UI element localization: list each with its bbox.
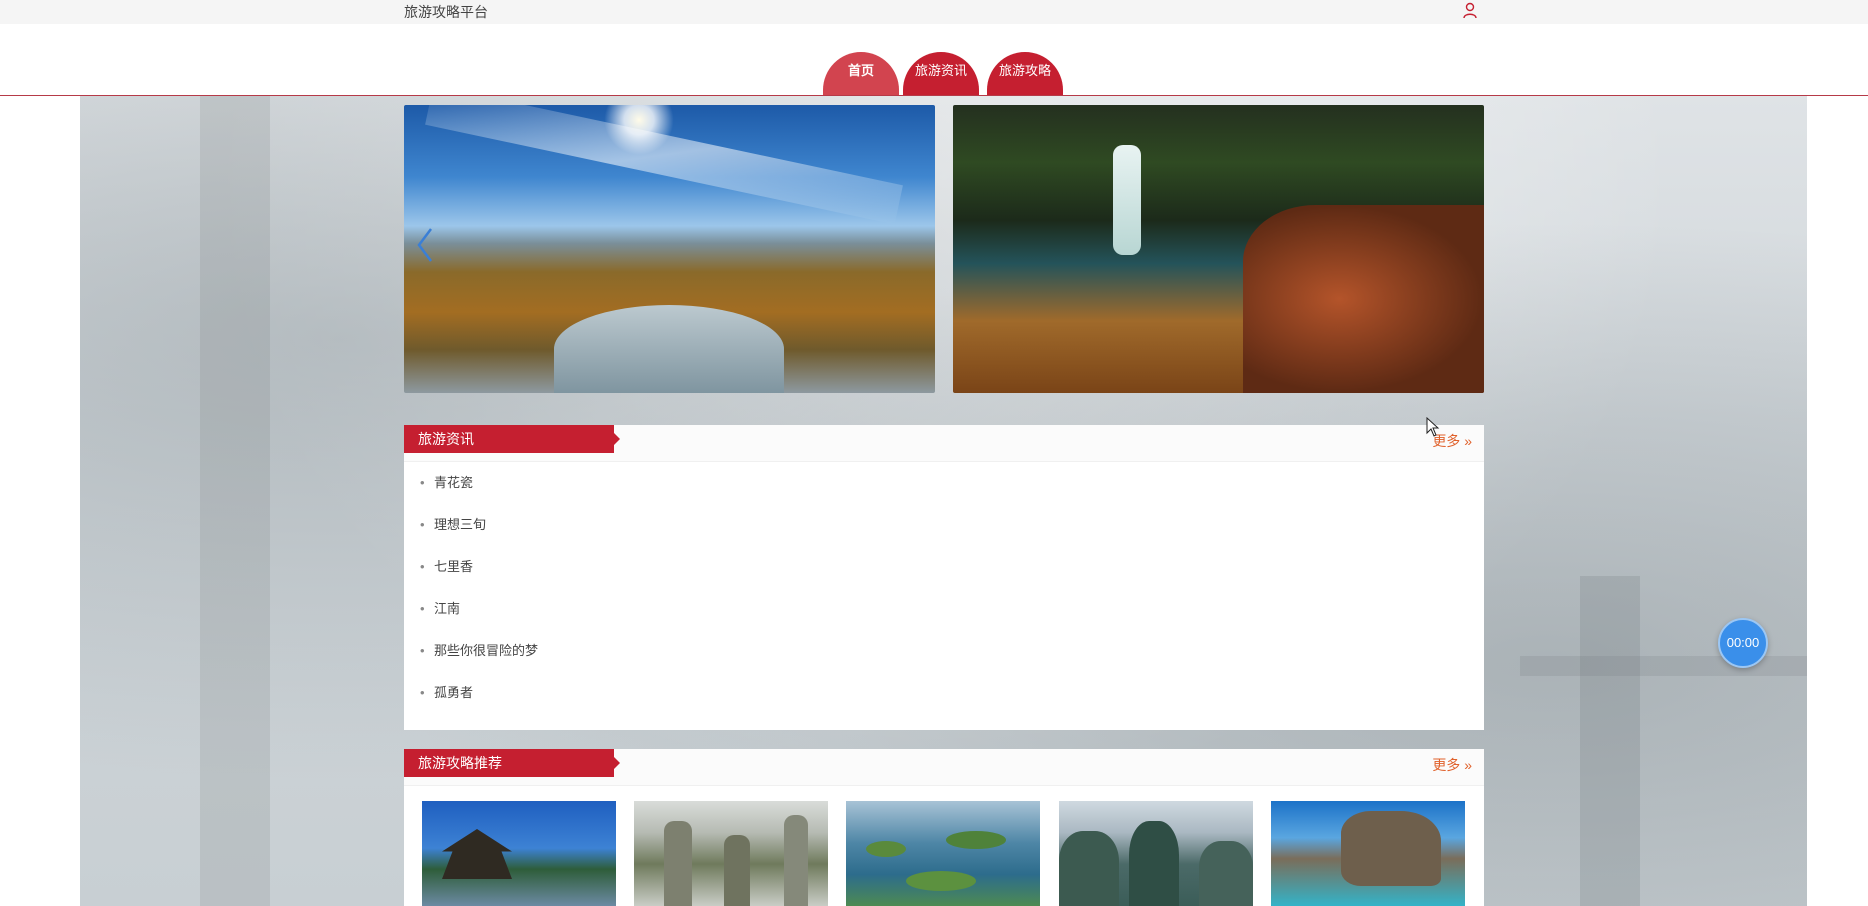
guide-thumbnail-islands[interactable]: [846, 801, 1040, 906]
top-bar: 旅游攻略平台: [0, 0, 1868, 25]
news-item[interactable]: 那些你很冒险的梦: [420, 641, 538, 683]
banner-image-waterfall[interactable]: [953, 105, 1484, 393]
background-pillar: [200, 96, 270, 906]
double-chevron-right-icon: »: [1464, 757, 1472, 773]
double-chevron-right-icon: »: [1464, 433, 1472, 449]
chevron-left-icon[interactable]: [415, 225, 435, 265]
more-link[interactable]: 更多 »: [1432, 755, 1472, 775]
island-shape: [906, 871, 976, 891]
main-nav: 首页 旅游资讯 旅游攻略: [0, 24, 1868, 96]
panel-header: 旅游资讯 更多 »: [404, 425, 1484, 462]
travel-guides-panel: 旅游攻略推荐 更多 »: [404, 749, 1484, 906]
background-pillar: [1580, 576, 1640, 906]
more-label: 更多: [1432, 757, 1461, 773]
tab-travel-news[interactable]: 旅游资讯: [903, 52, 979, 95]
peak-shape: [664, 821, 692, 906]
guide-thumbnail-karst[interactable]: [1059, 801, 1253, 906]
guide-thumbnail-stone-peaks[interactable]: [634, 801, 828, 906]
cliff-shape: [1341, 811, 1441, 886]
island-shape: [946, 831, 1006, 849]
waterfall-shape: [1113, 145, 1141, 255]
travel-news-panel: 旅游资讯 更多 » 青花瓷 理想三旬 七里香 江南 那些你很冒险的梦 孤勇者: [404, 425, 1484, 730]
mountain-shape: [1199, 841, 1253, 906]
mountain-shape: [1129, 821, 1179, 906]
pavilion-shape: [442, 829, 512, 879]
site-title: 旅游攻略平台: [404, 4, 488, 20]
guide-thumbnail-pavilion[interactable]: [422, 801, 616, 906]
tab-home[interactable]: 首页: [823, 52, 899, 95]
mouse-cursor-icon: [1426, 417, 1440, 437]
mountain-shape: [1059, 831, 1119, 906]
island-shape: [866, 841, 906, 857]
news-item[interactable]: 七里香: [420, 557, 538, 599]
panel-title: 旅游资讯: [404, 425, 620, 453]
news-list: 青花瓷 理想三旬 七里香 江南 那些你很冒险的梦 孤勇者: [420, 473, 538, 725]
rock-shape: [1243, 205, 1484, 393]
river-shape: [554, 305, 784, 393]
tab-travel-guides[interactable]: 旅游攻略: [987, 52, 1063, 95]
news-item[interactable]: 孤勇者: [420, 683, 538, 725]
peak-shape: [784, 815, 808, 906]
banner-image-autumn-valley[interactable]: [404, 105, 935, 393]
background-railing: [1520, 656, 1807, 676]
news-item[interactable]: 理想三旬: [420, 515, 538, 557]
timer-badge[interactable]: 00:00: [1718, 618, 1768, 668]
panel-header: 旅游攻略推荐 更多 »: [404, 749, 1484, 786]
user-icon[interactable]: [1462, 2, 1478, 20]
guide-thumbnail-sea-cliff[interactable]: [1271, 801, 1465, 906]
news-item[interactable]: 青花瓷: [420, 473, 538, 515]
panel-title: 旅游攻略推荐: [404, 749, 620, 777]
news-item[interactable]: 江南: [420, 599, 538, 641]
peak-shape: [724, 835, 750, 906]
